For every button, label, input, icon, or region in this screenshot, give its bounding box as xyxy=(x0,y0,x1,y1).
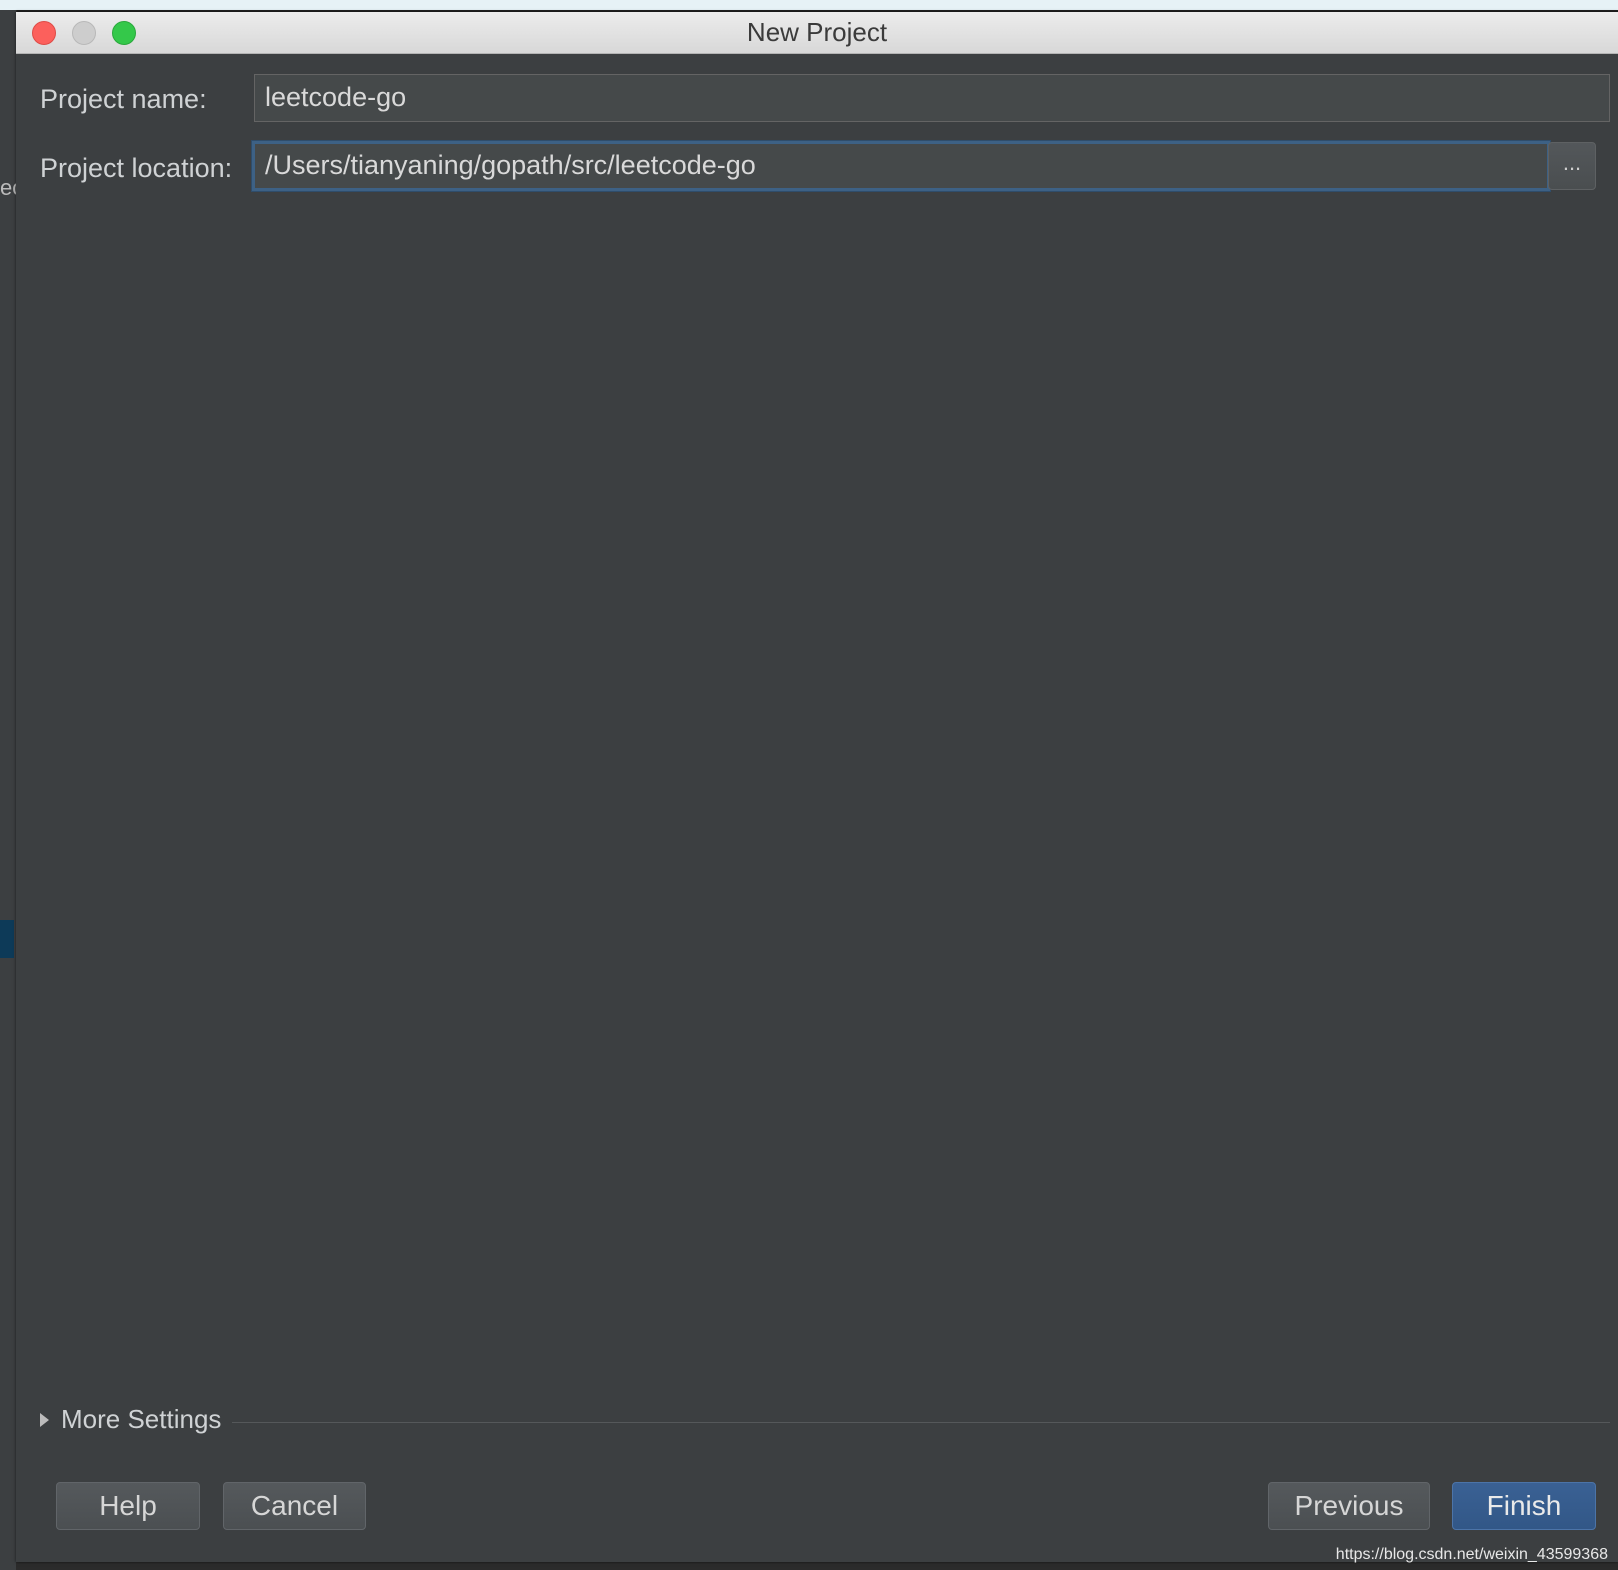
title-bar[interactable]: New Project xyxy=(16,12,1618,54)
cancel-button[interactable]: Cancel xyxy=(223,1482,366,1530)
finish-button-label: Finish xyxy=(1486,1490,1562,1521)
cancel-button-label: Cancel xyxy=(250,1490,339,1521)
background-window-strip xyxy=(0,0,1618,12)
project-location-label: Project location: xyxy=(40,153,233,183)
more-settings-label: More Settings xyxy=(61,1404,222,1434)
project-name-label: Project name: xyxy=(40,84,207,114)
project-name-input[interactable]: leetcode-go xyxy=(254,74,1610,122)
background-ide-edge: ec xyxy=(0,10,23,1570)
help-button-label: Help xyxy=(99,1490,157,1521)
help-button[interactable]: Help xyxy=(56,1482,200,1530)
new-project-dialog: New Project Project name: leetcode-go Pr… xyxy=(16,12,1618,1562)
previous-button[interactable]: Previous xyxy=(1268,1482,1430,1530)
browse-location-button[interactable]: ... xyxy=(1548,142,1596,190)
window-title: New Project xyxy=(746,17,888,47)
background-selection-highlight xyxy=(0,920,14,958)
more-settings-toggle[interactable]: More Settings xyxy=(40,1404,221,1435)
browse-button-label: ... xyxy=(1562,150,1582,175)
watermark-text: https://blog.csdn.net/weixin_43599368 xyxy=(1335,1546,1608,1563)
finish-button[interactable]: Finish xyxy=(1452,1482,1596,1530)
triangle-right-icon xyxy=(40,1412,49,1427)
more-settings-divider xyxy=(232,1422,1610,1423)
project-location-input[interactable]: /Users/tianyaning/gopath/src/leetcode-go xyxy=(252,141,1550,191)
screen: ec New Project Project name: leetcode-go… xyxy=(0,0,1618,1570)
previous-button-label: Previous xyxy=(1294,1490,1404,1521)
